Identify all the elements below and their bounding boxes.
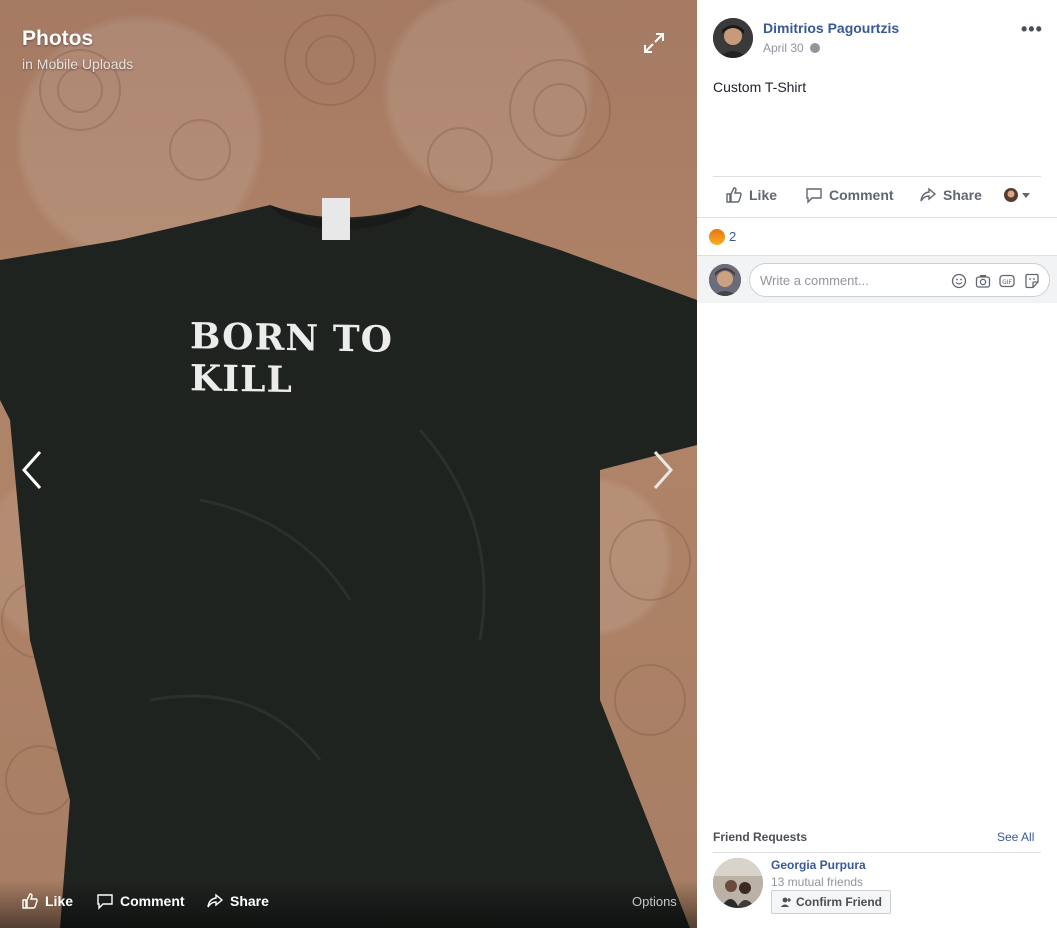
photo-like-label: Like: [45, 893, 74, 909]
friend-request-name[interactable]: Georgia Purpura: [771, 858, 866, 872]
photo-share-label: Share: [230, 893, 269, 909]
photo-pane[interactable]: BORN TO KILL Photos in Mobile Uploads Li…: [0, 0, 697, 928]
post-side-panel: Dimitrios Pagourtzis April 30 ••• Custom…: [697, 0, 1057, 928]
shirt-print-text: BORN TO KILL: [190, 315, 393, 402]
comment-input[interactable]: Write a comment... GIF: [749, 263, 1050, 297]
viewer-title: Photos: [22, 27, 94, 50]
post-action-bar: Like Comment Share: [713, 178, 1041, 214]
friend-request-avatar-image: [713, 858, 763, 908]
share-arrow-icon: [207, 893, 224, 908]
comment-composer: Write a comment... GIF: [697, 255, 1057, 303]
previous-photo-arrow-icon[interactable]: [20, 450, 44, 490]
album-link[interactable]: in Mobile Uploads: [22, 56, 133, 72]
friend-requests-divider: [713, 852, 1041, 853]
post-comment-button[interactable]: Comment: [805, 186, 894, 204]
next-photo-arrow-icon[interactable]: [651, 450, 675, 490]
friend-request-avatar[interactable]: [713, 858, 763, 908]
post-date: April 30: [763, 41, 804, 55]
post-share-label: Share: [943, 187, 982, 203]
current-user-avatar: [709, 264, 741, 296]
post-timestamp[interactable]: April 30: [763, 41, 820, 55]
camera-icon[interactable]: [975, 273, 991, 289]
confirm-friend-button[interactable]: Confirm Friend: [771, 890, 891, 914]
add-friend-icon: [780, 897, 791, 907]
photo-viewer-window: BORN TO KILL Photos in Mobile Uploads Li…: [0, 0, 1057, 928]
globe-icon: [809, 43, 820, 53]
photo-like-button[interactable]: Like: [21, 892, 73, 910]
profile-selector-icon: [1004, 188, 1030, 202]
friend-request-mutual[interactable]: 13 mutual friends: [771, 875, 863, 889]
post-author-name[interactable]: Dimitrios Pagourtzis: [763, 20, 899, 36]
comment-bubble-icon: [97, 894, 113, 910]
post-comment-label: Comment: [829, 187, 894, 203]
photo-options-button[interactable]: Options: [632, 894, 677, 909]
reaction-count[interactable]: 2: [729, 229, 736, 244]
post-share-button[interactable]: Share: [919, 186, 982, 204]
post-like-label: Like: [749, 187, 778, 203]
expand-icon[interactable]: [643, 32, 665, 54]
confirm-friend-label: Confirm Friend: [796, 895, 882, 909]
current-user-avatar-image: [709, 264, 741, 296]
gif-icon[interactable]: GIF: [999, 273, 1015, 289]
more-options-icon[interactable]: •••: [1021, 19, 1043, 40]
reactions-row[interactable]: 2: [697, 217, 1057, 255]
post-like-button[interactable]: Like: [725, 186, 777, 204]
share-arrow-icon: [920, 187, 937, 202]
photo-comment-label: Comment: [120, 893, 185, 909]
photo-comment-button[interactable]: Comment: [96, 892, 185, 910]
sticker-icon[interactable]: [1024, 273, 1040, 289]
photo-share-button[interactable]: Share: [206, 892, 269, 910]
action-divider: [713, 176, 1041, 177]
post-as-selector[interactable]: [1003, 186, 1039, 204]
angry-reaction-icon: [709, 229, 725, 245]
emoji-icon[interactable]: [951, 273, 967, 289]
svg-text:GIF: GIF: [1002, 279, 1012, 286]
author-avatar[interactable]: [713, 18, 753, 58]
tshirt-image: [0, 198, 697, 928]
thumbs-up-icon: [22, 893, 38, 909]
thumbs-up-icon: [726, 187, 742, 203]
comment-bubble-icon: [806, 188, 822, 204]
author-avatar-image: [713, 18, 753, 58]
post-caption: Custom T-Shirt: [713, 79, 807, 95]
friend-requests-title: Friend Requests: [713, 830, 808, 844]
comment-placeholder: Write a comment...: [760, 273, 869, 288]
friend-requests-see-all-link[interactable]: See All: [997, 830, 1034, 844]
